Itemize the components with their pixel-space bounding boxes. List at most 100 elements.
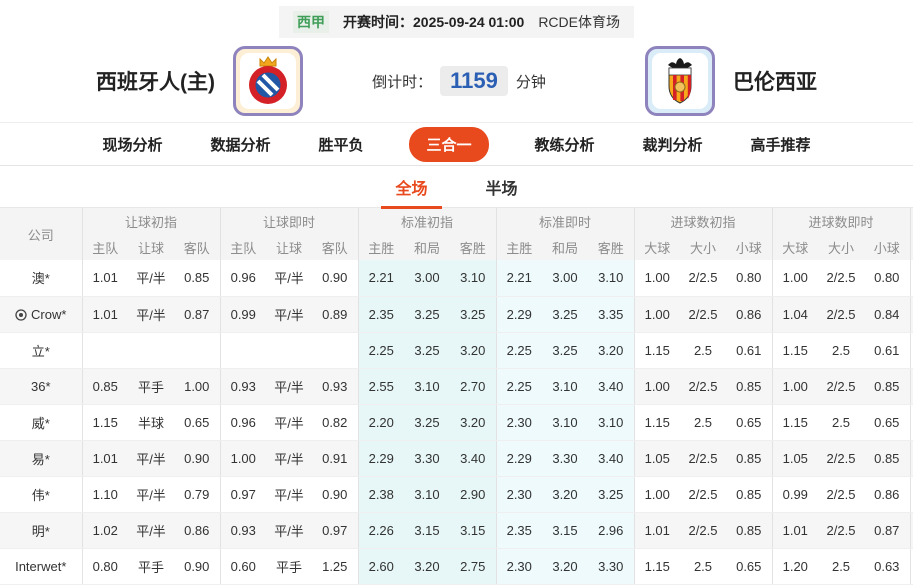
odds-cell: 2.30 <box>495 404 542 441</box>
odds-cell <box>174 332 220 369</box>
nav-tab-3[interactable]: 三合一 <box>409 126 489 162</box>
odds-cell: 平/半 <box>266 440 312 477</box>
odds-cell: 2.5 <box>680 548 726 585</box>
odds-cell: 3.40 <box>588 440 634 477</box>
odds-cell: 3.15 <box>450 512 496 549</box>
odds-cell: 3.30 <box>588 548 634 585</box>
company-name: Crow* <box>0 296 82 333</box>
col-header-5-1: 大小 <box>818 234 865 260</box>
odds-cell: 0.82 <box>312 404 358 441</box>
nav-tab-4[interactable]: 教练分析 <box>533 128 597 161</box>
odds-cell: 2.96 <box>588 512 634 549</box>
col-header-0-2: 客队 <box>174 234 220 260</box>
col-header-1-0: 主队 <box>219 234 266 260</box>
odds-cell: 2/2.5 <box>818 296 865 333</box>
odds-cell: 2/2.5 <box>680 476 726 513</box>
company-name: 明* <box>0 512 82 549</box>
odds-cell: 0.93 <box>219 512 266 549</box>
venue-label: RCDE体育场 <box>538 14 620 30</box>
company-label: 澳* <box>31 271 50 287</box>
odds-cell: 半球 <box>128 404 174 441</box>
table-row: Crow* 1.01 平/半 0.87 0.99 平/半 0.89 2.35 3.25 3.25 2… <box>0 296 913 333</box>
company-label: 36* <box>30 378 51 394</box>
odds-cell: 1.15 <box>633 548 680 585</box>
odds-cell: 1.01 <box>633 512 680 549</box>
odds-cell: 1.01 <box>81 260 128 297</box>
countdown-unit: 分钟 <box>515 73 546 91</box>
company-name: 伟* <box>0 476 82 513</box>
odds-cell: 3.10 <box>404 368 450 405</box>
col-header-3-1: 和局 <box>542 234 588 260</box>
odds-cell: 3.10 <box>542 404 588 441</box>
odds-cell: 3.20 <box>404 548 450 585</box>
odds-cell: 2.5 <box>818 404 865 441</box>
company-name: 威* <box>0 404 82 441</box>
odds-cell <box>266 332 312 369</box>
odds-cell: 0.85 <box>864 440 911 477</box>
col-header-5-2: 小球 <box>864 234 911 260</box>
odds-cell: 2.21 <box>357 260 404 297</box>
odds-cell: 2.5 <box>818 548 865 585</box>
table-row: 澳* 1.01 平/半 0.85 0.96 平/半 0.90 2.21 3.00 3.10 2.21… <box>0 260 913 297</box>
odds-cell: 1.00 <box>174 368 220 405</box>
away-team-logo <box>644 46 715 116</box>
odds-cell: 3.40 <box>450 440 496 477</box>
odds-cell: 2/2.5 <box>680 260 726 297</box>
col-header-2-1: 和局 <box>404 234 450 260</box>
odds-cell: 3.25 <box>404 296 450 333</box>
sub-tab-0[interactable]: 全场 <box>381 167 442 209</box>
nav-tab-0[interactable]: 现场分析 <box>100 128 164 161</box>
odds-cell: 0.99 <box>219 296 266 333</box>
odds-cell: 平/半 <box>128 512 174 549</box>
nav-tab-6[interactable]: 高手推荐 <box>749 128 813 161</box>
odds-cell: 1.00 <box>633 476 680 513</box>
company-name: 澳* <box>0 260 82 297</box>
col-header-3-2: 客胜 <box>588 234 634 260</box>
odds-cell: 0.63 <box>864 548 911 585</box>
odds-cell: 0.85 <box>81 368 128 405</box>
table-row: 36* 0.85 平手 1.00 0.93 平/半 0.93 2.55 3.10 2.70 2.25… <box>0 368 913 405</box>
odds-cell: 0.61 <box>726 332 773 369</box>
odds-cell: 平/半 <box>128 296 174 333</box>
odds-cell: 2/2.5 <box>818 476 865 513</box>
nav-tab-1[interactable]: 数据分析 <box>208 128 272 161</box>
odds-cell: 0.90 <box>312 260 358 297</box>
odds-cell: 2.5 <box>818 332 865 369</box>
odds-cell: 0.97 <box>312 512 358 549</box>
odds-cell: 3.25 <box>542 296 588 333</box>
company-label: 威* <box>31 415 50 431</box>
odds-cell: 1.05 <box>633 440 680 477</box>
odds-cell: 0.61 <box>864 332 911 369</box>
odds-cell: 3.20 <box>450 404 496 441</box>
col-header-1-1: 让球 <box>266 234 312 260</box>
nav-tab-5[interactable]: 裁判分析 <box>641 128 705 161</box>
odds-cell: 0.87 <box>864 512 911 549</box>
odds-cell: 平/半 <box>266 260 312 297</box>
company-label: Interwet* <box>15 558 67 574</box>
odds-cell: 1.01 <box>771 512 819 549</box>
odds-cell: 1.15 <box>771 404 819 441</box>
odds-cell: 平/半 <box>266 512 312 549</box>
sub-tab-1[interactable]: 半场 <box>480 167 524 207</box>
col-header-0-0: 主队 <box>81 234 128 260</box>
col-header-5-0: 大球 <box>771 234 819 260</box>
odds-cell: 2.25 <box>357 332 404 369</box>
league-badge: 西甲 <box>293 11 329 33</box>
odds-cell: 平/半 <box>128 476 174 513</box>
nav-tab-2[interactable]: 胜平负 <box>316 128 365 161</box>
odds-cell: 2/2.5 <box>680 440 726 477</box>
col-header-1-2: 客队 <box>312 234 358 260</box>
odds-cell: 1.00 <box>633 260 680 297</box>
odds-cell: 0.86 <box>726 296 773 333</box>
odds-cell: 3.10 <box>450 260 496 297</box>
match-info-strip: 西甲 开赛时间：2025-09-24 01:00 RCDE体育场 <box>0 6 913 38</box>
odds-cell: 1.01 <box>81 440 128 477</box>
odds-cell: 0.89 <box>312 296 358 333</box>
odds-cell: 0.86 <box>864 476 911 513</box>
odds-cell: 1.00 <box>771 260 819 297</box>
odds-cell: 0.96 <box>219 404 266 441</box>
col-header-4-2: 小球 <box>726 234 773 260</box>
home-team-logo <box>233 46 303 116</box>
table-row: 易* 1.01 平/半 0.90 1.00 平/半 0.91 2.29 3.30 3.40 2.29… <box>0 440 913 477</box>
valencia-crest-icon <box>667 58 692 104</box>
